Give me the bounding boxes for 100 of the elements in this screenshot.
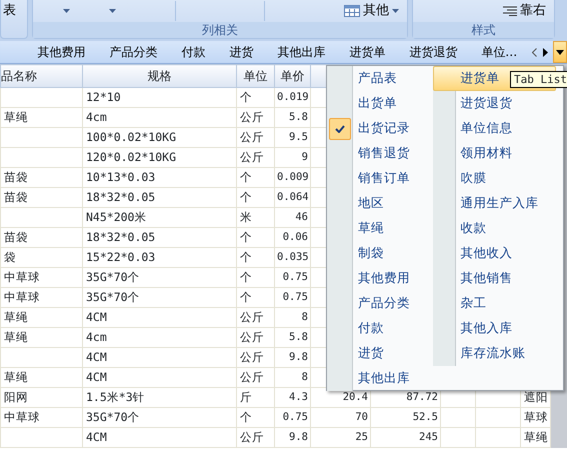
table-cell: 草绳 [0, 368, 82, 388]
table-cell: 12*10 [82, 88, 236, 108]
menu-item[interactable]: 领用材料 [456, 141, 540, 166]
menu-item[interactable]: 制袋 [353, 241, 411, 266]
align-right-button[interactable]: 靠右 [501, 1, 548, 21]
tab[interactable]: 产品分类 [97, 43, 170, 61]
table-cell: 4cm [82, 328, 236, 348]
tab[interactable]: 其他费用 [25, 43, 98, 61]
menu-item[interactable]: 付款 [353, 316, 411, 341]
table-cell: 苗袋 [0, 188, 82, 208]
table-cell: 0.009 [274, 168, 310, 188]
table-cell: 245 [370, 428, 440, 448]
menu-item[interactable]: 单位信息 [456, 116, 540, 141]
table-cell: 阳网 [0, 388, 82, 408]
table-cell: 9.8 [274, 428, 310, 448]
table-cell: 1.5米*3针 [82, 388, 236, 408]
column-header[interactable]: 单价 [274, 64, 310, 88]
table-cell: 个 [236, 168, 274, 188]
table-cell: 公斤 [236, 308, 274, 328]
tab[interactable]: 进货退货 [397, 43, 470, 61]
menu-item[interactable]: 出货记录 [353, 116, 411, 141]
tab[interactable]: 进货 [217, 43, 266, 61]
table-cell: 35G*70个 [82, 408, 236, 428]
table-cell: 草绳 [0, 108, 82, 128]
table-cell: 苗袋 [0, 228, 82, 248]
column-header[interactable]: 品名称 [0, 64, 82, 88]
tab[interactable]: 单位… [469, 43, 530, 61]
table-cell: 0.06 [274, 228, 310, 248]
table-cell: 个 [236, 408, 274, 428]
table-cell: N45*200米 [82, 208, 236, 228]
table-cell: 斤 [236, 388, 274, 408]
table-cell: 公斤 [236, 368, 274, 388]
group-label: 样式 [413, 22, 554, 38]
table-cell: 公斤 [236, 428, 274, 448]
table-cell: 个 [236, 268, 274, 288]
table-cell: 4CM [82, 428, 236, 448]
column-header[interactable]: 规格 [82, 64, 236, 88]
table-cell: 18*32*0.05 [82, 228, 236, 248]
menu-item[interactable]: 产品分类 [353, 291, 411, 316]
menu-item[interactable]: 其他入库 [456, 316, 540, 341]
menu-item[interactable]: 其他收入 [456, 241, 540, 266]
table-cell: 5.8 [274, 108, 310, 128]
table-cell: 个 [236, 88, 274, 108]
tab-list-button[interactable] [553, 41, 567, 63]
table-cell: 0.75 [274, 288, 310, 308]
table-cell: 4CM [82, 368, 236, 388]
table-cell: 米 [236, 208, 274, 228]
table-cell: 46 [274, 208, 310, 228]
table-cell: 0.019 [274, 88, 310, 108]
table-cell: 35G*70个 [82, 288, 236, 308]
table-cell: 中草球 [0, 288, 82, 308]
table-cell: 70 [310, 408, 370, 428]
caret-icon [556, 50, 564, 54]
table-cell: 8 [274, 308, 310, 328]
table-cell: 25 [310, 428, 370, 448]
table-cell: 35G*70个 [82, 268, 236, 288]
table-cell: 4CM [82, 348, 236, 368]
column-header[interactable]: 单位 [236, 64, 274, 88]
table-cell: 公斤 [236, 108, 274, 128]
other-button[interactable]: 其他 [342, 1, 401, 21]
menu-item[interactable]: 进货退货 [456, 91, 540, 116]
table-cell: 草绳 [0, 328, 82, 348]
ribbon-button[interactable]: 表 [1, 1, 18, 21]
table-cell: 18*32*0.05 [82, 188, 236, 208]
menu-item[interactable]: 地区 [353, 191, 411, 216]
table-cell: 中草球 [0, 408, 82, 428]
menu-item[interactable]: 草绳 [353, 216, 411, 241]
menu-item[interactable]: 进货 [353, 341, 411, 366]
table-cell: 9.8 [274, 348, 310, 368]
menu-item[interactable]: 通用生产入库 [456, 191, 540, 216]
table-cell: 个 [236, 248, 274, 268]
tab[interactable]: 其他出库 [265, 43, 338, 61]
table-cell: 0.035 [274, 248, 310, 268]
table-cell: 公斤 [236, 328, 274, 348]
menu-item[interactable]: 库存流水账 [456, 341, 540, 366]
group-label: 列相关 [33, 22, 407, 38]
table-cell: 120*0.02*10KG [82, 148, 236, 168]
menu-item[interactable]: 其他销售 [456, 266, 540, 291]
table-cell: 个 [236, 188, 274, 208]
table-cell: 袋 [0, 248, 82, 268]
menu-item[interactable]: 杂工 [456, 291, 540, 316]
table-cell: 9 [274, 148, 310, 168]
table-cell: 0.75 [274, 268, 310, 288]
menu-item[interactable]: 其他费用 [353, 266, 411, 291]
menu-item[interactable]: 产品表 [353, 66, 411, 91]
caret-icon [392, 9, 399, 13]
table-cell: 中草球 [0, 268, 82, 288]
table-cell: 公斤 [236, 148, 274, 168]
menu-item[interactable]: 销售退货 [353, 141, 411, 166]
table-cell: 8 [274, 368, 310, 388]
table-cell: 个 [236, 288, 274, 308]
menu-item[interactable]: 销售订单 [353, 166, 411, 191]
menu-item[interactable]: 收款 [456, 216, 540, 241]
menu-item[interactable]: 吹膜 [456, 166, 540, 191]
table-cell: 100*0.02*10KG [82, 128, 236, 148]
menu-item[interactable]: 出货单 [353, 91, 411, 116]
table-cell: 苗袋 [0, 168, 82, 188]
table-cell: 5.8 [274, 328, 310, 348]
tab[interactable]: 进货单 [337, 43, 398, 61]
tab[interactable]: 付款 [169, 43, 218, 61]
